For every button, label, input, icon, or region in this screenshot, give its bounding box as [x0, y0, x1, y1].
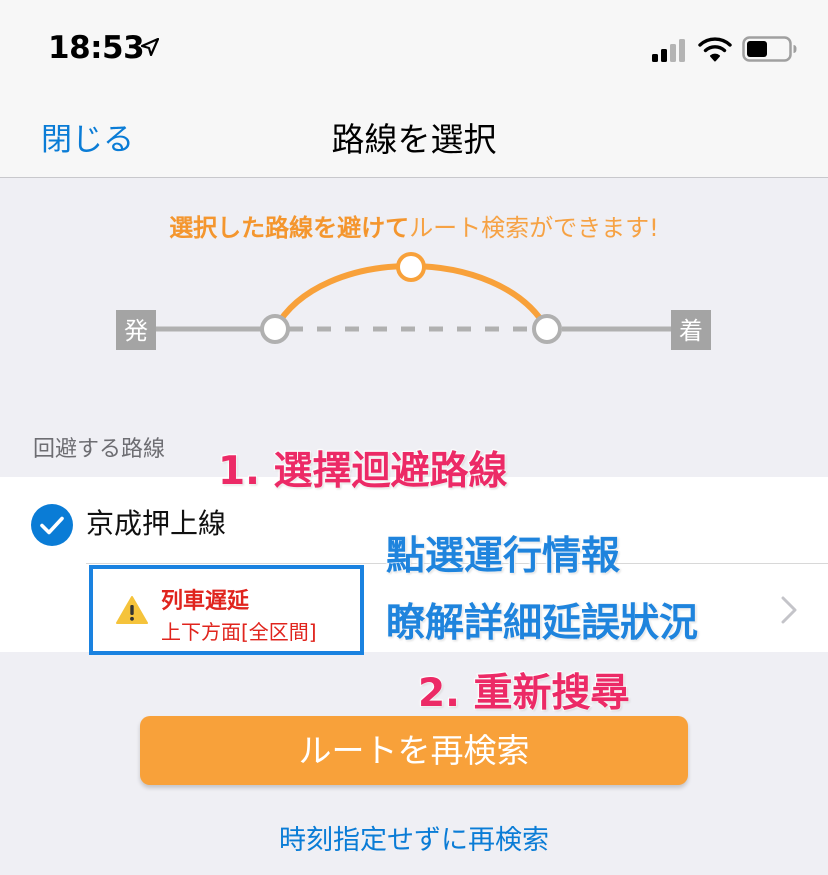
- navigation-bar: 閉じる 路線を選択: [0, 96, 828, 178]
- checkmark-circle-icon[interactable]: [30, 503, 74, 547]
- status-bar: 18:53: [0, 0, 828, 96]
- section-header-avoid-lines: 回避する路線: [33, 437, 166, 462]
- page-title: 路線を選択: [331, 120, 497, 159]
- status-time: 18:53: [48, 30, 145, 66]
- tagline-rest: ルート検索ができます!: [409, 214, 659, 242]
- annotation-step1: 1. 選擇迴避路線: [217, 448, 509, 495]
- chevron-right-icon[interactable]: [781, 596, 797, 624]
- battery-icon: [742, 36, 797, 62]
- cellular-signal-icon: [652, 39, 685, 62]
- annotation-tip-line2: 瞭解詳細延誤狀況: [385, 600, 699, 647]
- station-node-top: [396, 252, 426, 282]
- warning-icon: [116, 596, 148, 624]
- annotation-tip-line1: 點選運行情報: [385, 533, 621, 580]
- delay-status: 列車遅延: [161, 589, 250, 614]
- location-arrow-icon: [141, 38, 159, 56]
- wifi-icon: [698, 37, 732, 62]
- tagline-emphasis: 選択した路線を避けて: [169, 214, 410, 242]
- delay-detail: 上下方面[全区間]: [161, 620, 317, 644]
- line-name[interactable]: 京成押上線: [86, 502, 226, 542]
- station-node-right: [532, 314, 562, 344]
- start-label: 発: [124, 317, 148, 345]
- station-node-left: [260, 314, 290, 344]
- avoid-line-tagline: 選択した路線を避けてルート検索ができます!: [0, 208, 828, 243]
- end-label: 着: [679, 317, 703, 345]
- research-without-time-link[interactable]: 時刻指定せずに再検索: [0, 818, 828, 857]
- service-info-row[interactable]: 列車遅延 上下方面[全区間]: [89, 565, 364, 655]
- annotation-step2: 2. 重新搜尋: [417, 670, 631, 717]
- research-route-button[interactable]: ルートを再検索: [140, 716, 688, 785]
- route-avoid-diagram: 発 着: [116, 252, 711, 350]
